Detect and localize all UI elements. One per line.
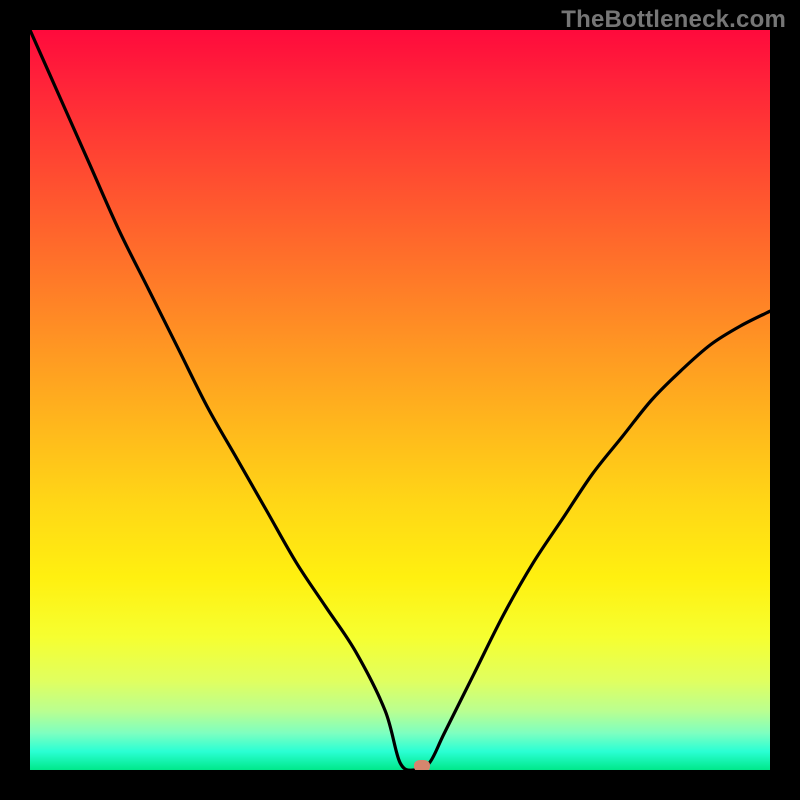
chart-frame: TheBottleneck.com: [0, 0, 800, 800]
optimum-marker-icon: [414, 760, 430, 770]
bottleneck-curve: [30, 30, 770, 770]
watermark-text: TheBottleneck.com: [561, 6, 786, 34]
plot-area: [30, 30, 770, 770]
